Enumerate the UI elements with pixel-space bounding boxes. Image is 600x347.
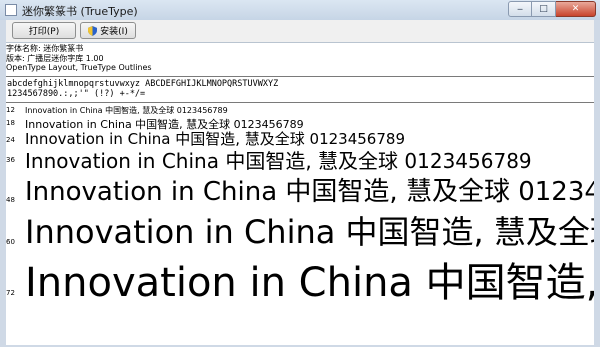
size-label: 18 bbox=[6, 119, 15, 127]
size-label: 12 bbox=[6, 106, 15, 114]
close-button[interactable]: ✕ bbox=[556, 1, 596, 17]
size-label: 48 bbox=[6, 196, 15, 204]
size-label: 24 bbox=[6, 136, 15, 144]
size-label: 72 bbox=[6, 289, 15, 297]
charset-digits: 1234567890.:,;'" (!?) +-*/= bbox=[7, 89, 146, 99]
minimize-icon: ─ bbox=[517, 4, 523, 14]
charset-letters: abcdefghijklmnopqrstuvwxyz ABCDEFGHIJKLM… bbox=[7, 79, 279, 89]
font-preview-pane[interactable]: 字体名称: 迷你繁篆书 版本: 广播层迷你字库 1.00 OpenType La… bbox=[6, 42, 594, 345]
window-controls: ─ □ ✕ bbox=[508, 1, 596, 19]
sample-line-60: Innovation in China 中国智造, 慧及全球 012345678… bbox=[25, 213, 594, 251]
divider bbox=[6, 76, 594, 77]
print-button[interactable]: 打印(P) bbox=[12, 22, 76, 39]
size-label: 60 bbox=[6, 238, 15, 246]
minimize-button[interactable]: ─ bbox=[508, 1, 532, 17]
close-icon: ✕ bbox=[571, 4, 580, 14]
maximize-icon: □ bbox=[539, 4, 548, 14]
install-button[interactable]: 安装(I) bbox=[80, 22, 136, 39]
font-file-icon bbox=[5, 4, 17, 16]
font-viewer-window: 迷你繁篆书 (TrueType) ─ □ ✕ 打印(P) 安装(I) 字体名称:… bbox=[0, 0, 600, 347]
print-label: 打印(P) bbox=[28, 27, 60, 37]
sample-line-72: Innovation in China 中国智造, 慧及全球 012345678… bbox=[25, 260, 594, 306]
window-border-right bbox=[594, 42, 600, 344]
title-bar[interactable]: 迷你繁篆书 (TrueType) ─ □ ✕ bbox=[0, 0, 600, 20]
toolbar: 打印(P) 安装(I) bbox=[6, 20, 594, 42]
install-label: 安装(I) bbox=[100, 27, 128, 37]
sample-line-36: Innovation in China 中国智造, 慧及全球 012345678… bbox=[25, 149, 532, 173]
size-label: 36 bbox=[6, 156, 15, 164]
shield-icon bbox=[88, 25, 98, 36]
window-title: 迷你繁篆书 (TrueType) bbox=[22, 5, 138, 18]
divider bbox=[6, 102, 594, 103]
font-format-line: OpenType Layout, TrueType Outlines bbox=[6, 63, 152, 72]
sample-line-48: Innovation in China 中国智造, 慧及全球 012345678… bbox=[25, 177, 594, 207]
maximize-button[interactable]: □ bbox=[532, 1, 556, 17]
sample-line-12: Innovation in China 中国智造, 慧及全球 012345678… bbox=[25, 106, 228, 115]
